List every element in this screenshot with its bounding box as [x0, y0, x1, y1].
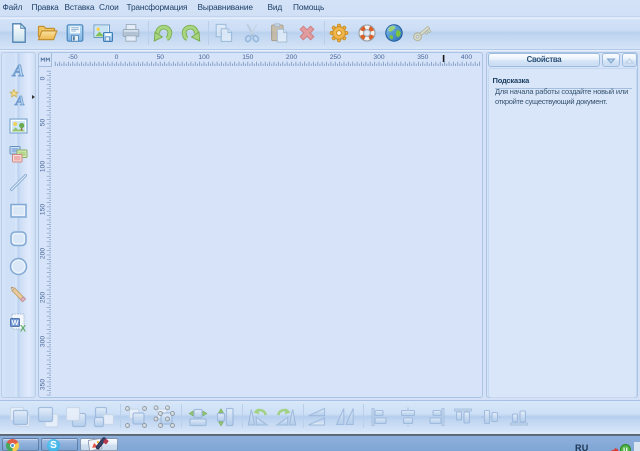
svg-text:A: A	[12, 61, 24, 80]
svg-text:X: X	[20, 323, 26, 333]
svg-text:W: W	[11, 318, 19, 327]
